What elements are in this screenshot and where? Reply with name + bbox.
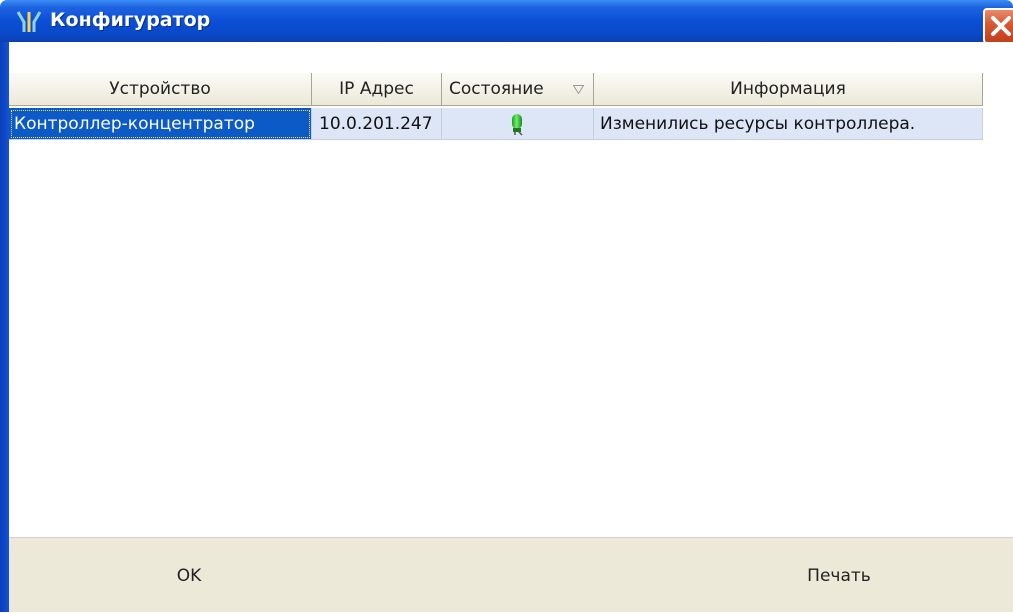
column-header-device[interactable]: Устройство (9, 73, 312, 106)
grid-header: Устройство IP Адрес Состояние Информация (9, 73, 983, 106)
sort-descending-icon (573, 85, 584, 94)
column-header-state[interactable]: Состояние (442, 73, 594, 106)
green-status-indicator-icon (511, 113, 523, 136)
window-title: Конфигуратор (50, 9, 211, 31)
cell-state[interactable] (442, 108, 594, 140)
button-bar: OK Печать (9, 537, 1013, 612)
column-header-ip[interactable]: IP Адрес (312, 73, 442, 106)
close-button[interactable] (983, 8, 1013, 44)
column-header-label: IP Адрес (339, 79, 414, 99)
cell-info[interactable]: Изменились ресурсы контроллера. (594, 108, 983, 140)
cell-device[interactable]: Контроллер-концентратор (9, 108, 312, 140)
window-left-border (0, 42, 9, 612)
column-header-label: Состояние (449, 79, 544, 99)
title-bar[interactable]: Конфигуратор (0, 0, 1013, 44)
app-logo-icon (16, 11, 42, 32)
column-header-info[interactable]: Информация (594, 73, 983, 106)
cell-ip[interactable]: 10.0.201.247 (312, 108, 442, 140)
print-button[interactable]: Печать (764, 538, 914, 613)
ok-button[interactable]: OK (119, 538, 259, 613)
column-header-label: Информация (730, 79, 846, 99)
close-icon (991, 16, 1011, 36)
configurator-window: Конфигуратор Устройство IP Адрес Состоян… (0, 0, 1013, 612)
table-row[interactable]: Контроллер-концентратор 10.0.201.247 Изм… (9, 108, 983, 140)
column-header-label: Устройство (109, 79, 211, 99)
